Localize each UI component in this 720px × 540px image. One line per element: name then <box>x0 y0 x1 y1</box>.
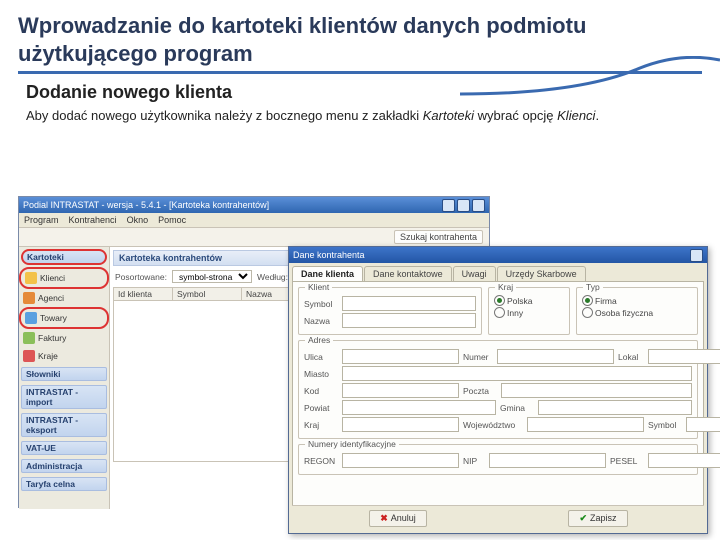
goods-icon <box>25 312 37 324</box>
sidebar-group-slowniki[interactable]: Słowniki <box>21 367 107 381</box>
tab-uwagi[interactable]: Uwagi <box>453 266 496 281</box>
radio-osoba[interactable]: Osoba fizyczna <box>582 307 692 318</box>
agent-icon <box>23 292 35 304</box>
poczta-field[interactable] <box>501 383 692 398</box>
dialog-buttons: ✖Anuluj ✔Zapisz <box>292 505 704 530</box>
sidebar-group-kartoteki[interactable]: Kartoteki <box>21 249 107 265</box>
tab-dane-klienta[interactable]: Dane klienta <box>292 266 363 281</box>
sidebar-group-intrastat-import[interactable]: INTRASTAT - import <box>21 385 107 409</box>
sidebar-group-vatue[interactable]: VAT-UE <box>21 441 107 455</box>
dialog-close-icon[interactable] <box>690 249 703 262</box>
client-icon <box>25 272 37 284</box>
fieldset-klient: Klient Symbol Nazwa <box>298 287 482 335</box>
toolbar: Szukaj kontrahenta <box>19 228 489 247</box>
powiat-field[interactable] <box>342 400 496 415</box>
sidebar-item-towary[interactable]: Towary <box>19 307 109 329</box>
x-icon: ✖ <box>380 513 388 524</box>
sidebar-item-klienci[interactable]: Klienci <box>19 267 109 289</box>
country-icon <box>23 350 35 362</box>
tab-body: Klient Symbol Nazwa Kraj Polska Inny Typ… <box>292 281 704 521</box>
close-icon[interactable] <box>472 199 485 212</box>
numer-field[interactable] <box>497 349 614 364</box>
menubar: Program Kontrahenci Okno Pomoc <box>19 213 489 228</box>
ok-button[interactable]: ✔Zapisz <box>568 510 627 527</box>
nazwa-field[interactable] <box>342 313 476 328</box>
menu-item[interactable]: Pomoc <box>158 215 186 225</box>
gmina-field[interactable] <box>538 400 692 415</box>
symbol-field[interactable] <box>342 296 476 311</box>
sidebar-group-taryfa[interactable]: Taryfa celna <box>21 477 107 491</box>
menu-item[interactable]: Kontrahenci <box>69 215 117 225</box>
radio-firma[interactable]: Firma <box>582 295 692 306</box>
tab-urzedy[interactable]: Urzędy Skarbowe <box>497 266 586 281</box>
fieldset-numery-id: Numery identyfikacyjne REGON NIP PESEL <box>298 444 698 475</box>
adres-symbol-field[interactable] <box>686 417 720 432</box>
fieldset-kraj: Kraj Polska Inny <box>488 287 570 335</box>
dialog-titlebar[interactable]: Dane kontrahenta <box>289 247 707 263</box>
dialog-title: Dane kontrahenta <box>293 250 365 260</box>
maximize-icon[interactable] <box>457 199 470 212</box>
col-symbol[interactable]: Symbol <box>173 288 242 300</box>
sidebar: Kartoteki Klienci Agenci Towary Faktury … <box>19 247 110 509</box>
app-title: Podial INTRASTAT - wersja - 5.4.1 - [Kar… <box>23 200 269 210</box>
radio-polska[interactable]: Polska <box>494 295 564 306</box>
kod-field[interactable] <box>342 383 459 398</box>
kraj-field[interactable] <box>342 417 459 432</box>
menu-item[interactable]: Okno <box>127 215 149 225</box>
tab-dane-kontaktowe[interactable]: Dane kontaktowe <box>364 266 452 281</box>
sidebar-item-kraje[interactable]: Kraje <box>19 347 109 365</box>
regon-field[interactable] <box>342 453 459 468</box>
sidebar-group-intrastat-eksport[interactable]: INTRASTAT - eksport <box>21 413 107 437</box>
radio-inny[interactable]: Inny <box>494 307 564 318</box>
pesel-field[interactable] <box>648 453 720 468</box>
cancel-button[interactable]: ✖Anuluj <box>369 510 427 527</box>
nip-field[interactable] <box>489 453 606 468</box>
miasto-field[interactable] <box>342 366 692 381</box>
sidebar-group-administracja[interactable]: Administracja <box>21 459 107 473</box>
fieldset-typ: Typ Firma Osoba fizyczna <box>576 287 698 335</box>
sidebar-item-faktury[interactable]: Faktury <box>19 329 109 347</box>
slide-description: Aby dodać nowego użytkownika należy z bo… <box>26 107 702 125</box>
invoice-icon <box>23 332 35 344</box>
sort-select[interactable]: symbol-strona <box>172 270 252 283</box>
lokal-field[interactable] <box>648 349 720 364</box>
minimize-icon[interactable] <box>442 199 455 212</box>
decorative-curve <box>460 56 720 96</box>
dialog-dane-kontrahenta: Dane kontrahenta Dane klienta Dane konta… <box>288 246 708 534</box>
sidebar-item-agenci[interactable]: Agenci <box>19 289 109 307</box>
col-id[interactable]: Id klienta <box>114 288 173 300</box>
toolbar-search-button[interactable]: Szukaj kontrahenta <box>394 230 483 244</box>
ulica-field[interactable] <box>342 349 459 364</box>
woj-field[interactable] <box>527 417 644 432</box>
check-icon: ✔ <box>579 513 587 524</box>
fieldset-adres: Adres Ulica Numer Lokal Miasto Kod Poczt… <box>298 340 698 439</box>
app-titlebar[interactable]: Podial INTRASTAT - wersja - 5.4.1 - [Kar… <box>19 197 489 213</box>
menu-item[interactable]: Program <box>24 215 59 225</box>
dialog-tabs: Dane klienta Dane kontaktowe Uwagi Urzęd… <box>289 263 707 281</box>
